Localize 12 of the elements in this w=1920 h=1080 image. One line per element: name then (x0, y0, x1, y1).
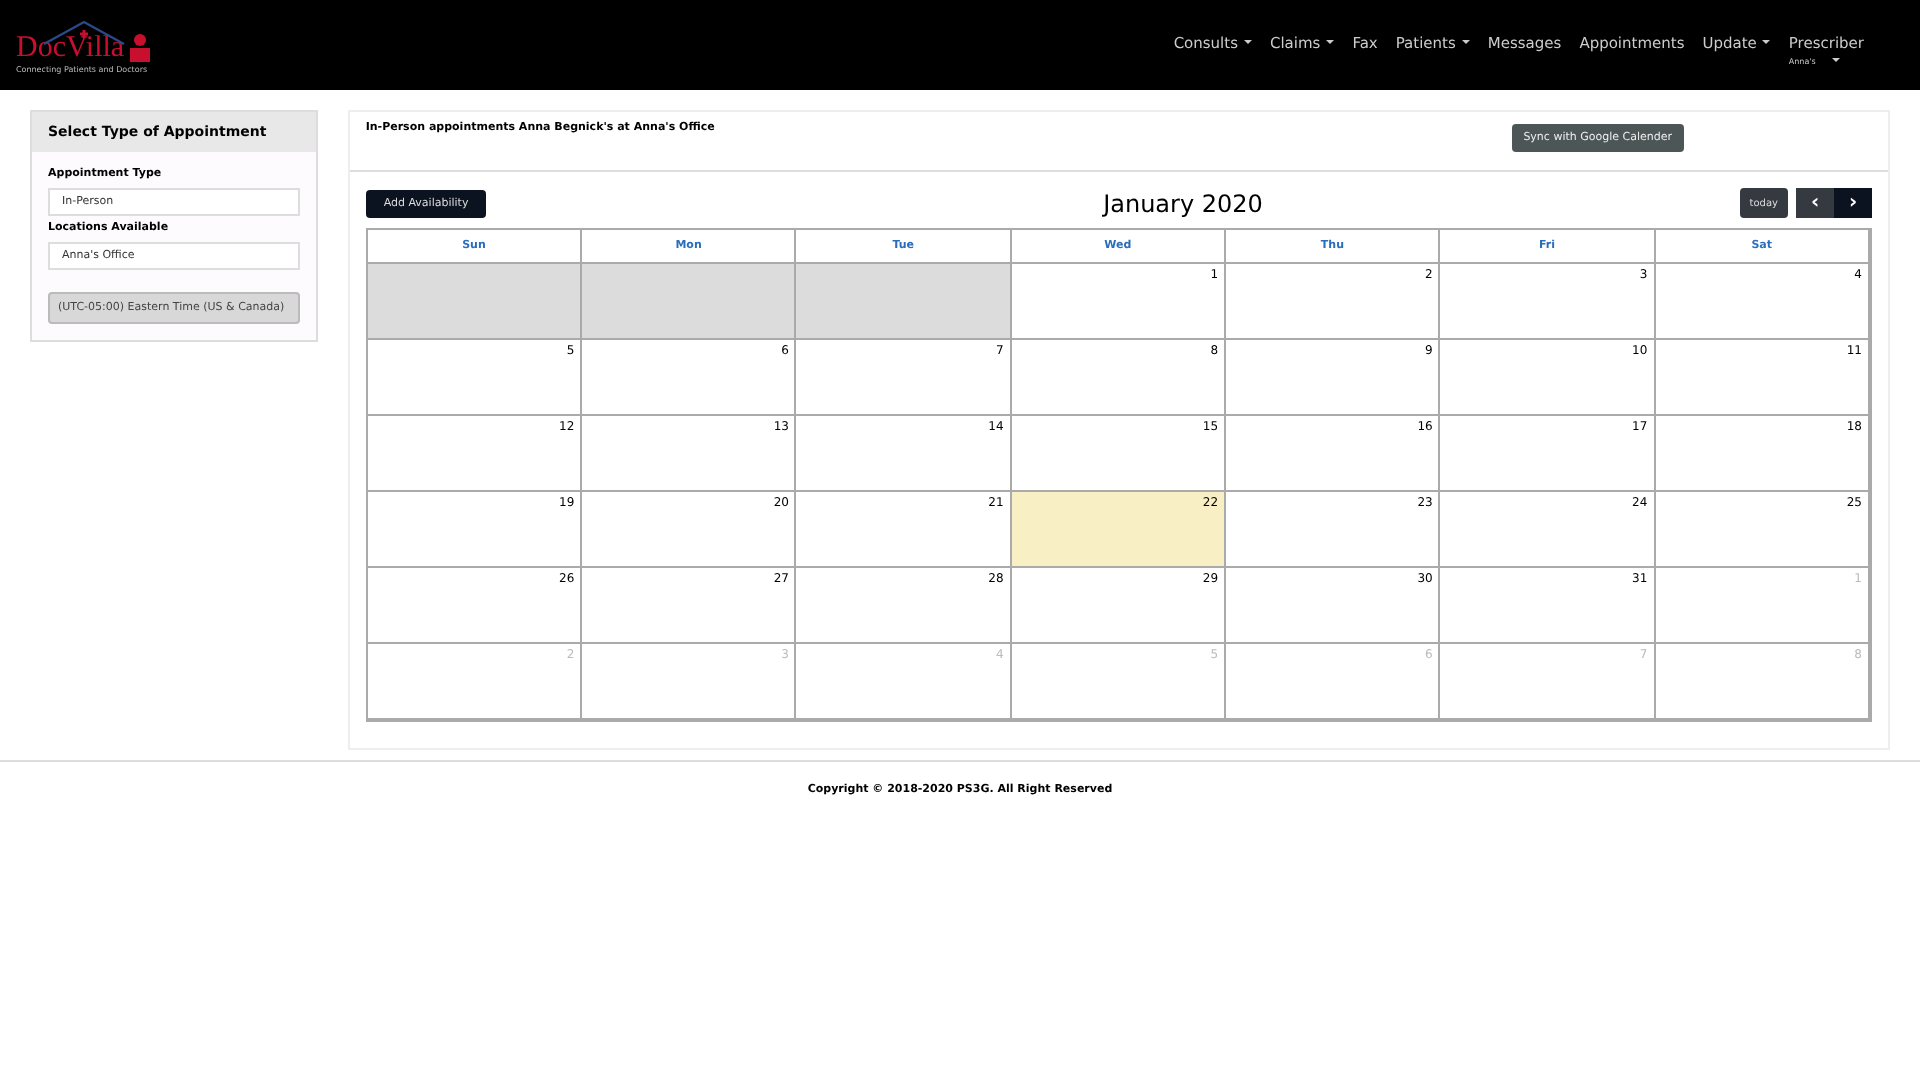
day-cell[interactable] (582, 264, 797, 340)
day-cell[interactable] (367, 264, 583, 340)
caret-icon (1243, 40, 1252, 44)
caret-icon (1831, 58, 1840, 62)
caret-icon (1326, 40, 1335, 44)
logo-name[interactable]: DocVilla (16, 33, 125, 63)
caret-icon (1461, 40, 1470, 44)
previous-button[interactable]: ‹ (1796, 188, 1834, 218)
month-title: January 2020 (1103, 189, 1263, 217)
day-cell[interactable] (796, 264, 1012, 340)
next-button[interactable]: › (1834, 188, 1872, 218)
caret-icon (1762, 40, 1771, 44)
